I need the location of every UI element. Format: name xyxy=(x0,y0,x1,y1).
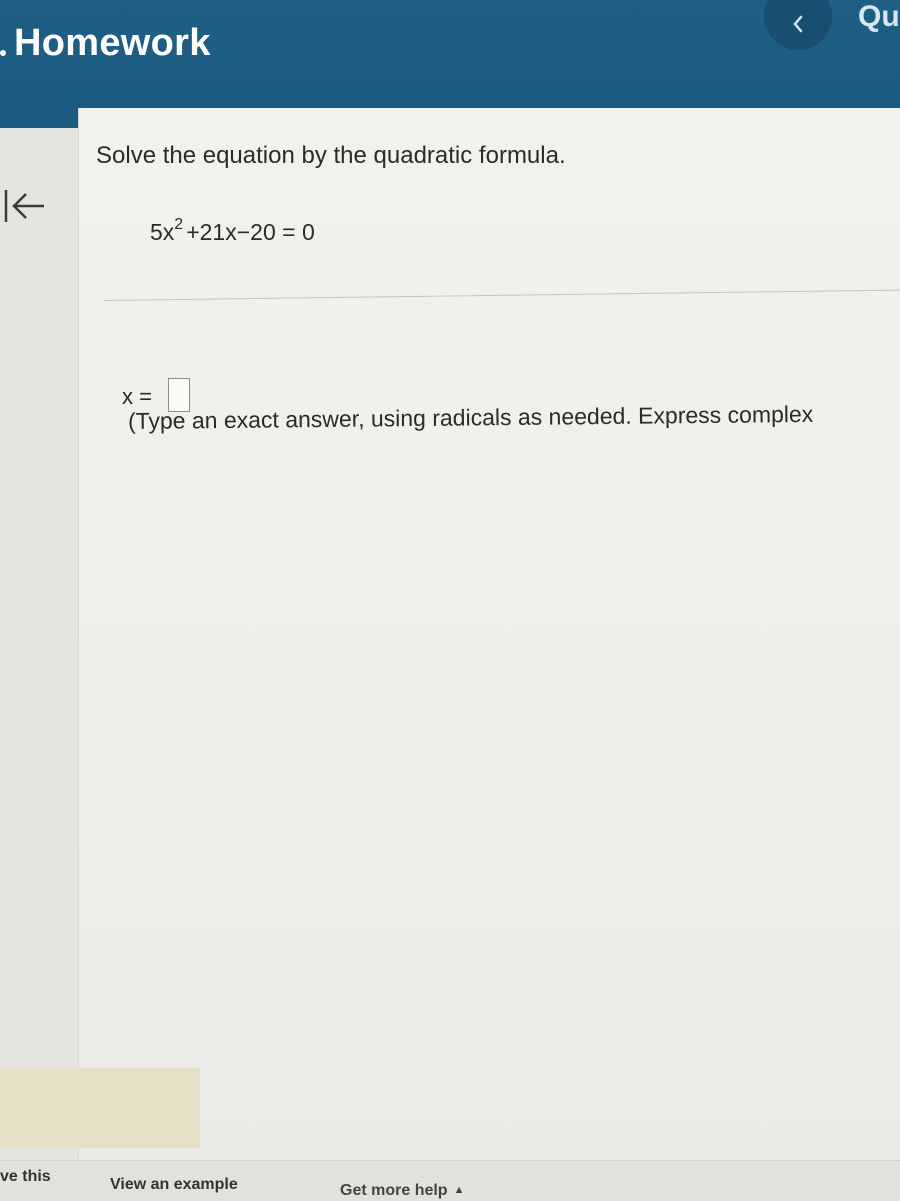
question-prompt: Solve the equation by the quadratic form… xyxy=(96,142,566,169)
left-rail xyxy=(0,128,78,1160)
view-example-button[interactable]: View an example xyxy=(110,1176,238,1194)
chevron-left-icon xyxy=(793,15,803,33)
page-title: Homework xyxy=(14,22,211,64)
previous-question-button[interactable] xyxy=(764,0,832,50)
back-button[interactable] xyxy=(2,186,48,226)
get-more-help-label: Get more help xyxy=(340,1182,448,1199)
equation: 5x2 +21x−20 = 0 xyxy=(150,216,315,246)
equation-rest: +21x−20 = 0 xyxy=(186,219,315,245)
question-panel xyxy=(78,108,900,1160)
left-accent-panel xyxy=(0,1068,200,1148)
caret-up-icon: ▲ xyxy=(453,1184,465,1196)
equation-exponent: 2 xyxy=(174,216,184,233)
get-more-help-button[interactable]: Get more help ▲ xyxy=(340,1182,464,1200)
answer-label: x = xyxy=(122,384,152,409)
arrow-left-icon xyxy=(4,190,44,222)
header-dot xyxy=(0,50,6,56)
save-button[interactable]: ve this xyxy=(0,1168,51,1186)
equation-lead: 5x xyxy=(150,219,175,245)
question-nav-label[interactable]: Qu xyxy=(858,0,900,34)
